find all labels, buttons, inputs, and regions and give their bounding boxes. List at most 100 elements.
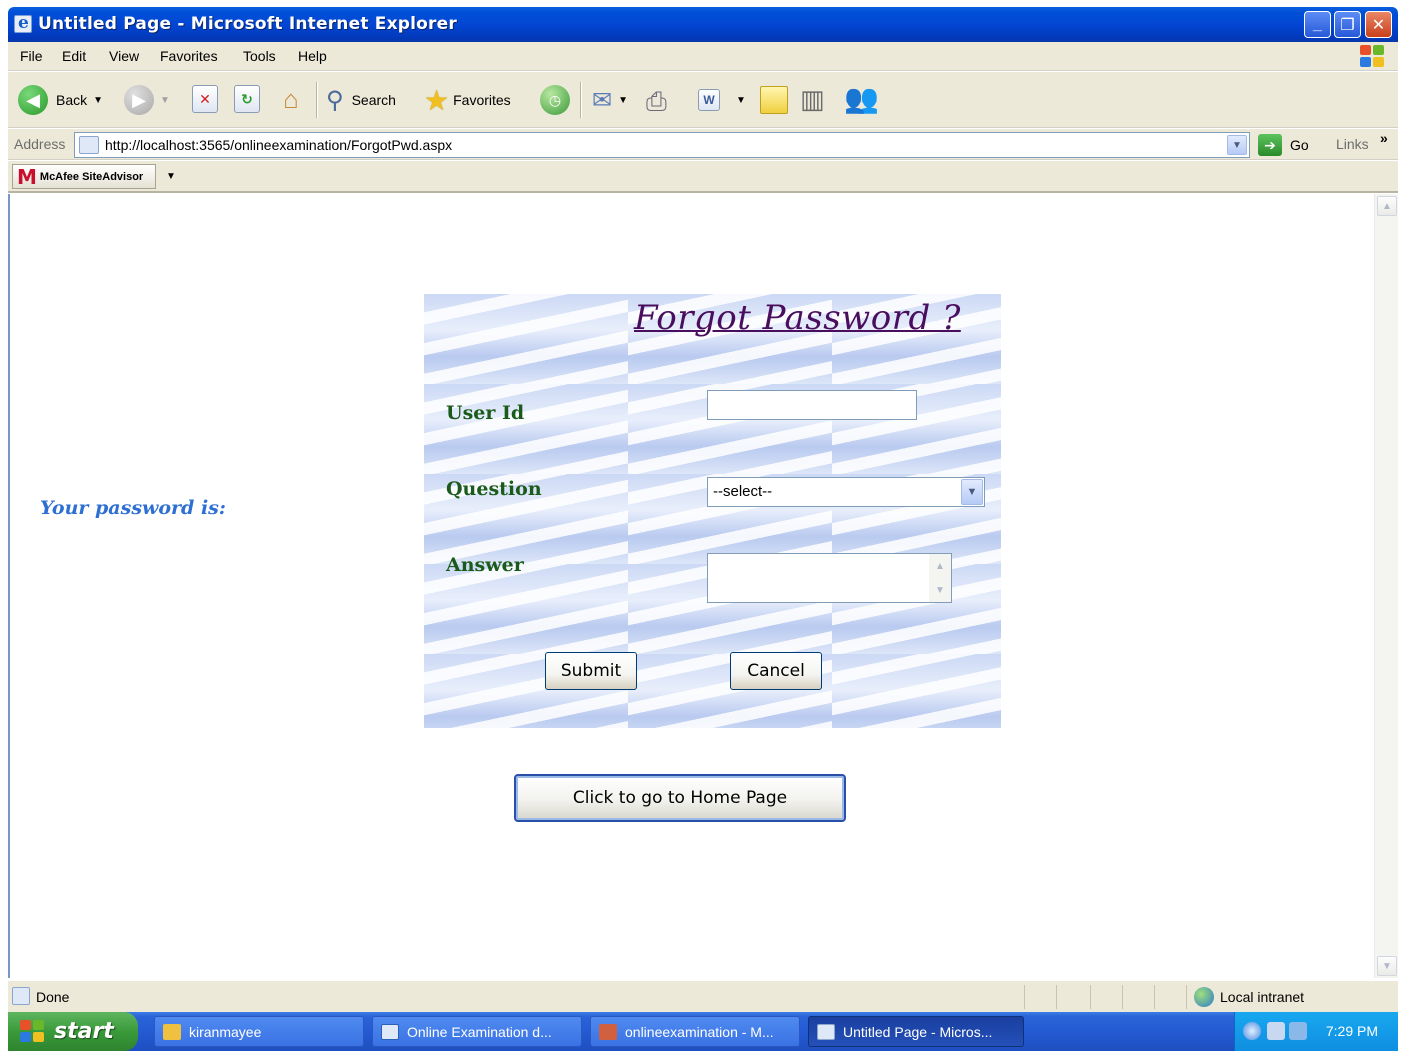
address-dropdown-icon[interactable]: ▼ [1227,135,1247,155]
print-icon[interactable]: ⎙ [646,86,667,118]
toolbar-separator-2 [580,82,582,118]
address-bar: Address http://localhost:3565/onlineexam… [8,129,1398,160]
status-page-icon [12,987,30,1005]
menu-favorites[interactable]: Favorites [160,48,218,64]
cancel-button[interactable]: Cancel [730,652,822,690]
page-viewport: ▲ ▼ Your password is: Forgot Password ? … [8,194,1398,978]
task-onlineexamination-vs[interactable]: onlineexamination - M... [590,1016,800,1047]
clock[interactable]: 7:29 PM [1326,1023,1378,1039]
status-cell [1024,985,1025,1009]
word-edit-icon: W [698,89,720,111]
password-result-label: Your password is: [40,497,226,519]
go-label: Go [1290,137,1309,153]
status-cell [1186,985,1187,1009]
back-button[interactable]: ◀ Back ▼ [18,84,103,116]
favorites-label: Favorites [453,92,511,108]
answer-scrollbar[interactable]: ▲ ▼ [929,554,951,602]
stop-icon[interactable]: ✕ [192,85,218,113]
favorites-star-icon: ★ [424,84,450,116]
edit-dropdown-icon[interactable]: ▼ [736,95,746,106]
vertical-scrollbar[interactable]: ▲ ▼ [1374,194,1398,978]
task-untitled-page-ie[interactable]: Untitled Page - Micros... [808,1016,1024,1047]
minimize-button[interactable]: _ [1304,11,1331,38]
back-label: Back [56,92,88,108]
ie-page-icon [14,13,32,33]
security-zone[interactable]: Local intranet [1194,987,1304,1007]
scroll-down-icon[interactable]: ▼ [1377,956,1397,976]
go-button[interactable]: ➔ Go [1258,132,1309,158]
network-icon[interactable] [1267,1022,1285,1040]
answer-textarea[interactable]: ▲ ▼ [707,553,952,603]
messenger-tray-icon[interactable] [1289,1022,1307,1040]
close-button[interactable]: ✕ [1365,11,1392,38]
address-input[interactable]: http://localhost:3565/onlineexamination/… [74,132,1250,158]
links-chevron-icon[interactable]: » [1380,130,1388,146]
task-label: onlineexamination - M... [625,1023,774,1040]
word-document-icon [381,1023,399,1040]
user-id-input[interactable] [707,390,917,420]
answer-label: Answer [446,554,524,576]
status-cell [1056,985,1057,1009]
messenger-icon[interactable]: 👥 [844,82,879,115]
mcafee-siteadvisor-button[interactable]: M McAfee SiteAdvisor [12,164,156,189]
scroll-up-icon[interactable]: ▲ [929,554,951,578]
restore-button[interactable]: ❐ [1334,11,1361,38]
restore-icon: ❐ [1340,16,1355,34]
scroll-up-icon[interactable]: ▲ [1377,196,1397,216]
forward-button[interactable]: ▶ ▼ [124,84,170,116]
standard-toolbar: ◀ Back ▼ ▶ ▼ ✕ ↻ ⌂ ⚲ Search ★ Favorites … [8,72,1398,128]
user-id-label: User Id [446,402,525,424]
research-icon[interactable]: ▥ [800,84,825,115]
tray-expand-icon[interactable] [1243,1022,1261,1040]
address-label: Address [14,136,66,152]
home-icon[interactable]: ⌂ [276,83,306,115]
forward-dropdown-icon[interactable]: ▼ [160,95,170,106]
search-button[interactable]: ⚲ Search [326,84,396,116]
back-dropdown-icon[interactable]: ▼ [93,95,103,106]
minimize-icon: _ [1313,15,1322,33]
question-select[interactable]: --select-- ▼ [707,477,985,507]
menu-file[interactable]: File [20,48,43,64]
task-label: kiranmayee [189,1023,262,1040]
search-label: Search [351,92,396,108]
status-cell [1154,985,1155,1009]
menu-edit[interactable]: Edit [62,48,86,64]
windows-logo-icon [1360,45,1386,69]
intranet-globe-icon [1194,987,1214,1007]
question-selected-value: --select-- [713,483,773,500]
menu-tools[interactable]: Tools [243,48,276,64]
history-icon[interactable]: ◷ [540,85,570,115]
home-page-button[interactable]: Click to go to Home Page [514,774,846,822]
menu-help[interactable]: Help [298,48,327,64]
windows-flag-icon [20,1019,46,1044]
mail-icon: ✉ [592,86,613,114]
chevron-down-icon[interactable]: ▼ [961,479,983,505]
task-kiranmayee[interactable]: kiranmayee [154,1016,364,1047]
ie-icon [817,1023,835,1040]
status-cell [1122,985,1123,1009]
task-online-examination-doc[interactable]: Online Examination d... [372,1016,582,1047]
favorites-button[interactable]: ★ Favorites [424,84,511,116]
mail-dropdown-icon[interactable]: ▼ [618,95,628,106]
mcafee-dropdown-icon[interactable]: ▼ [166,171,176,182]
folder-icon [163,1023,181,1040]
menu-view[interactable]: View [109,48,139,64]
edit-button[interactable]: W ▼ [698,84,746,116]
submit-button[interactable]: Submit [545,652,637,690]
refresh-icon[interactable]: ↻ [234,85,260,113]
scroll-down-icon[interactable]: ▼ [929,578,951,602]
mcafee-logo-icon: M [17,164,37,189]
links-label[interactable]: Links [1336,136,1369,152]
start-button[interactable]: start [8,1012,138,1051]
start-label: start [54,1019,114,1044]
forgot-password-panel: Forgot Password ? User Id Question --sel… [424,294,1001,728]
status-cell [1090,985,1091,1009]
close-icon: ✕ [1371,16,1386,34]
note-icon[interactable] [760,86,788,114]
back-arrow-icon: ◀ [18,85,48,115]
window-title-bar[interactable]: Untitled Page - Microsoft Internet Explo… [8,7,1398,42]
menu-bar: File Edit View Favorites Tools Help [8,42,1398,71]
mail-button[interactable]: ✉ ▼ [592,84,628,116]
toolbar-separator [316,82,318,118]
address-url[interactable]: http://localhost:3565/onlineexamination/… [105,137,452,153]
